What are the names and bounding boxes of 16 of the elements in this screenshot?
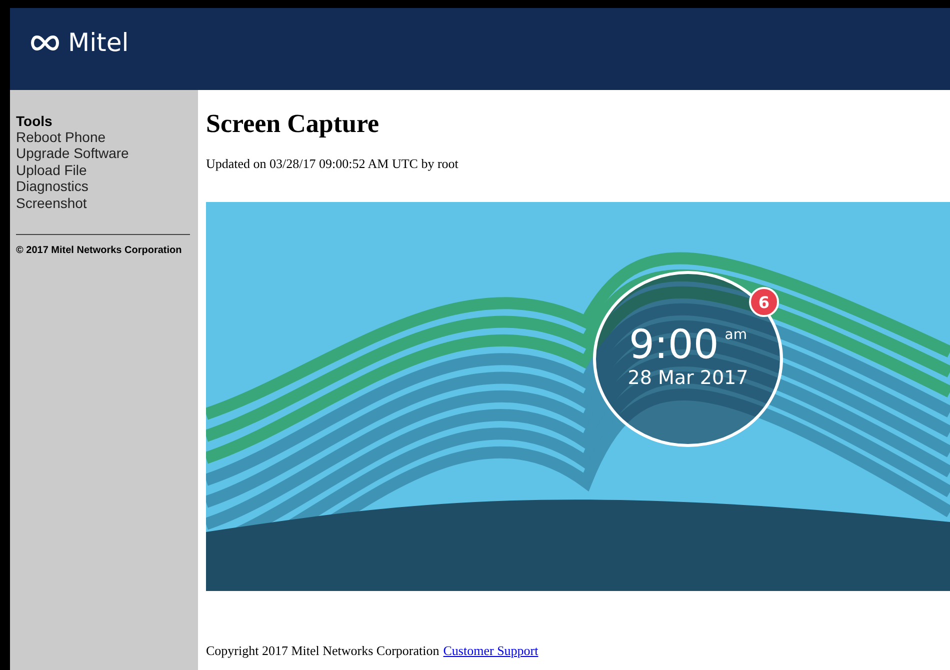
sidebar-heading: Tools: [16, 113, 54, 129]
sidebar-link[interactable]: Reboot Phone: [16, 129, 192, 146]
clock-date: 28 Mar 2017: [628, 367, 748, 389]
clock-meridiem: am: [724, 327, 748, 343]
page-title: Screen Capture: [206, 109, 380, 139]
logo-text: Mitel: [68, 28, 129, 57]
sidebar-link[interactable]: Screenshot: [16, 194, 192, 212]
sidebar-link[interactable]: Diagnostics: [16, 178, 192, 195]
customer-support-link[interactable]: Customer Support: [443, 643, 538, 659]
logo-icon: [28, 34, 62, 52]
clock-time: 9:00: [628, 323, 719, 367]
sidebar-link[interactable]: Upload File: [16, 162, 192, 178]
copyright-text: © 2017 Mitel Networks Corporation: [16, 245, 183, 258]
sidebar-link[interactable]: Upgrade Software: [16, 145, 192, 162]
footer-copyright: Copyright 2017 Mitel Networks Corporation: [206, 643, 440, 659]
updated-text: Updated on 03/28/17 09:00:52 AM UTC by root: [206, 156, 460, 172]
